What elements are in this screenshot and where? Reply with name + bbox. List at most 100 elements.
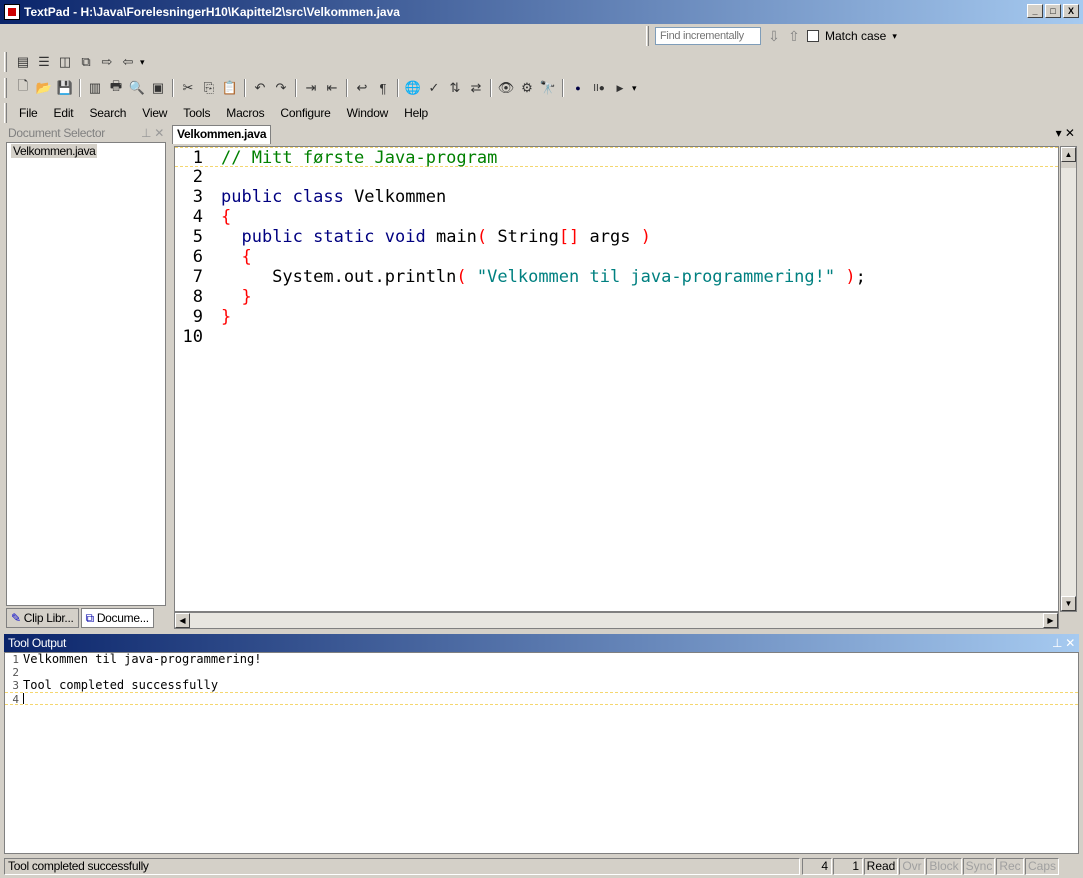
prev-window-icon[interactable]: ⇦: [119, 53, 137, 71]
code-line[interactable]: 9}: [175, 307, 1058, 327]
editor-pane: Velkommen.java ▾ ✕ 1 // Mitt første Java-…: [172, 124, 1079, 630]
output-line[interactable]: 3 Tool completed successfully: [5, 679, 1078, 693]
chevron-down-icon[interactable]: ▾: [140, 57, 145, 68]
tab-clip-library[interactable]: ✎ Clip Libr...: [6, 608, 79, 628]
toolbar-grip[interactable]: [646, 26, 649, 46]
scroll-right-arrow-icon[interactable]: ▶: [1043, 613, 1058, 628]
tab-velkommen-java[interactable]: Velkommen.java: [172, 125, 272, 144]
code-editor[interactable]: 1 // Mitt første Java-program 2 3 public cla…: [174, 146, 1059, 612]
globe-icon[interactable]: 🌐: [404, 79, 422, 97]
document-item[interactable]: Velkommen.java: [11, 144, 98, 158]
find-prev-arrow-up-icon[interactable]: ⇧: [787, 28, 801, 45]
new-file-icon[interactable]: 🗋: [14, 78, 32, 97]
side-panel-tabs: ✎ Clip Libr... ⧉ Docume...: [6, 608, 154, 628]
menu-configure[interactable]: Configure: [272, 106, 338, 120]
textpad-app-icon[interactable]: [4, 4, 20, 20]
tile-vertical-icon[interactable]: ☰: [35, 53, 53, 71]
save-icon[interactable]: 💾: [56, 79, 74, 97]
print-icon[interactable]: 🖶: [107, 78, 125, 97]
play-macro-icon[interactable]: ▶: [611, 79, 629, 97]
menu-view[interactable]: View: [134, 106, 175, 120]
scroll-left-arrow-icon[interactable]: ◀: [175, 613, 190, 628]
find-in-files-icon[interactable]: 🔭: [539, 79, 557, 97]
code-line[interactable]: 7 System.out.println( "Velkommen til jav…: [175, 267, 1058, 287]
line-number: 3: [192, 187, 203, 207]
menu-tools[interactable]: Tools: [175, 106, 218, 120]
pause-macro-icon[interactable]: II●: [590, 79, 608, 97]
window-title: TextPad - H:\Java\ForelesningerH10\Kapit…: [24, 5, 400, 19]
tile-horizontal-icon[interactable]: ▤: [14, 53, 32, 71]
menu-window[interactable]: Window: [339, 106, 396, 120]
code-line[interactable]: 5 public static void main( String[] args…: [175, 227, 1058, 247]
code-line[interactable]: 3 public class Velkommen: [175, 187, 1058, 207]
find-incrementally-input[interactable]: [655, 27, 761, 45]
chevron-down-icon[interactable]: ▾: [632, 83, 637, 94]
replace-icon[interactable]: ⇄: [467, 79, 485, 97]
pin-close-icon[interactable]: ⊥ ✕: [141, 124, 164, 142]
indent-icon[interactable]: ⇥: [302, 79, 320, 97]
status-line: 4: [802, 858, 832, 875]
document-selector-header: Document Selector ⊥ ✕: [4, 124, 168, 142]
properties-icon[interactable]: ▣: [149, 79, 167, 97]
text-caret: [23, 693, 24, 704]
code-line[interactable]: 2: [175, 167, 1058, 187]
line-number: 9: [192, 307, 203, 327]
paste-icon[interactable]: 📋: [221, 79, 239, 97]
save-all-icon[interactable]: ▥: [86, 79, 104, 97]
line-number: 2: [12, 666, 19, 679]
minimize-button[interactable]: _: [1027, 4, 1043, 18]
split-window-icon[interactable]: ◫: [56, 53, 74, 71]
pilcrow-icon[interactable]: ¶: [374, 79, 392, 97]
maximize-button[interactable]: □: [1045, 4, 1061, 18]
undo-icon[interactable]: ↶: [251, 79, 269, 97]
toolbar-grip[interactable]: [4, 78, 7, 98]
documents-icon: ⧉: [85, 610, 95, 625]
code-line[interactable]: 1 // Mitt første Java-program: [175, 147, 1058, 168]
find-next-arrow-down-icon[interactable]: ⇩: [767, 28, 781, 45]
tab-menu-close-icon[interactable]: ▾ ✕: [1056, 126, 1075, 140]
spell-check-icon[interactable]: ✓: [425, 79, 443, 97]
menu-help[interactable]: Help: [396, 106, 436, 120]
scroll-down-arrow-icon[interactable]: ▼: [1061, 596, 1076, 611]
status-read: Read: [864, 858, 898, 875]
code-line[interactable]: 10: [175, 327, 1058, 347]
tab-document-selector[interactable]: ⧉ Docume...: [80, 608, 154, 628]
output-line[interactable]: 4: [5, 692, 1078, 706]
redo-icon[interactable]: ↷: [272, 79, 290, 97]
code-line[interactable]: 6 {: [175, 247, 1058, 267]
copy-icon[interactable]: ⎘: [200, 79, 218, 97]
match-case-checkbox[interactable]: [807, 30, 819, 42]
scroll-up-arrow-icon[interactable]: ▲: [1061, 147, 1076, 162]
menu-edit[interactable]: Edit: [46, 106, 82, 120]
pin-close-icon[interactable]: ⊥ ✕: [1052, 634, 1075, 652]
toolbar-grip[interactable]: [4, 52, 7, 72]
status-column: 1: [833, 858, 863, 875]
vertical-scrollbar[interactable]: ▲ ▼: [1060, 146, 1077, 612]
scroll-thumb[interactable]: [1061, 162, 1076, 168]
output-line[interactable]: 1 Velkommen til java-programmering!: [5, 653, 1078, 667]
cut-icon[interactable]: ✂: [179, 79, 197, 97]
print-preview-icon[interactable]: 🔍: [128, 79, 146, 97]
menu-file[interactable]: File: [11, 106, 46, 120]
code-line[interactable]: 4{: [175, 207, 1058, 227]
tab-label: Clip Libr...: [23, 611, 74, 625]
line-number: 8: [192, 287, 203, 307]
chevron-down-icon[interactable]: ▾: [892, 31, 897, 42]
open-folder-icon[interactable]: 📂: [35, 79, 53, 97]
outdent-icon[interactable]: ⇤: [323, 79, 341, 97]
sort-icon[interactable]: ⇅: [446, 79, 464, 97]
close-button[interactable]: X: [1063, 4, 1079, 18]
view-icon[interactable]: 👁: [497, 79, 515, 97]
menu-bar: File Edit Search View Tools Macros Configure Wi…: [4, 102, 436, 124]
next-window-icon[interactable]: ⇨: [98, 53, 116, 71]
menu-search[interactable]: Search: [81, 106, 134, 120]
toolbar-grip[interactable]: [4, 103, 7, 123]
horizontal-scrollbar[interactable]: ◀ ▶: [174, 612, 1059, 629]
cascade-icon[interactable]: ⧉: [77, 53, 95, 71]
tool-output-content[interactable]: 1 Velkommen til java-programmering! 2 3 Tool…: [4, 652, 1079, 854]
record-macro-icon[interactable]: ●: [569, 79, 587, 97]
code-line[interactable]: 8 }: [175, 287, 1058, 307]
menu-macros[interactable]: Macros: [218, 106, 272, 120]
word-wrap-icon[interactable]: ↩: [353, 79, 371, 97]
find-replace-icon[interactable]: ⚙: [518, 79, 536, 97]
